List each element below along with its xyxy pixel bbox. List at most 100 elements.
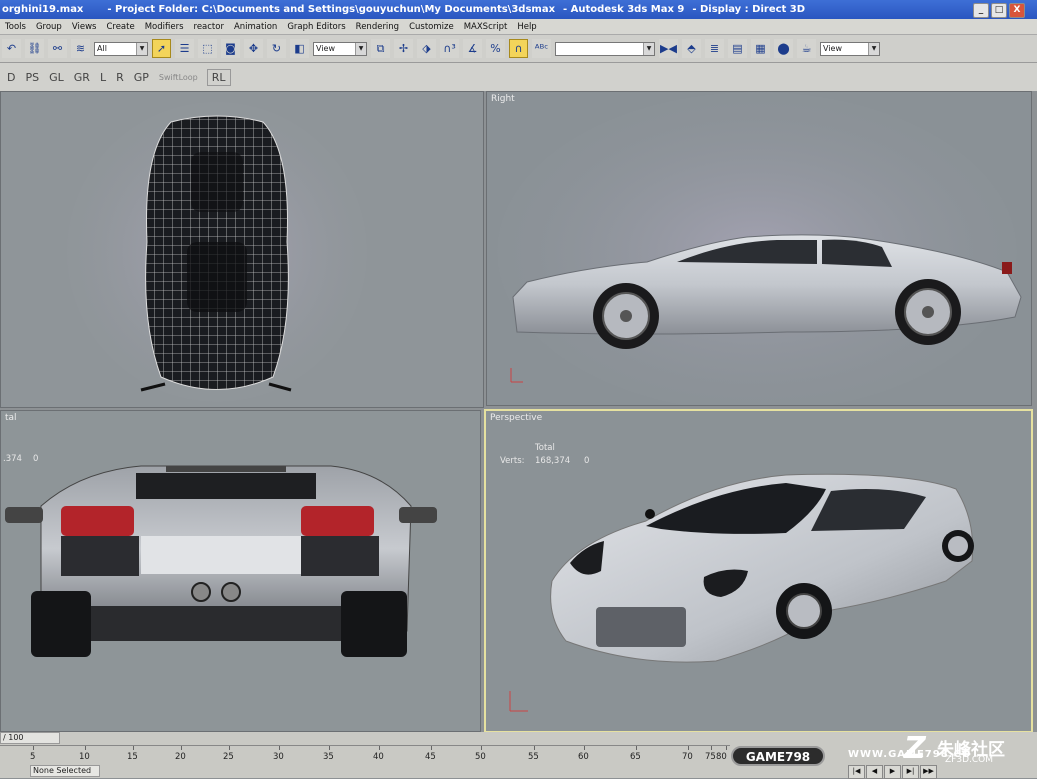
sub-tool-gl[interactable]: GL <box>44 71 69 84</box>
timeline-ruler[interactable]: 5 10 15 20 25 30 35 40 45 50 55 60 65 70… <box>0 745 730 764</box>
watermark-logo: Z <box>904 731 926 766</box>
playback-controls: |◀ ◀ ▶ ▶| ▶▶ <box>848 765 937 779</box>
next-frame-icon[interactable]: ▶| <box>902 765 919 779</box>
viewport-perspective[interactable]: Perspective Total Verts: 168,374 0 <box>484 409 1033 733</box>
axis-gizmo <box>509 691 528 712</box>
frame-counter[interactable]: / 100 <box>0 732 60 744</box>
project-folder: - Project Folder: C:\Documents and Setti… <box>107 4 556 15</box>
bind-space-warp-icon[interactable]: ≋ <box>71 39 90 58</box>
car-perspective-view <box>509 473 974 712</box>
menu-graph-editors[interactable]: Graph Editors <box>282 22 350 32</box>
rectangular-selection-icon[interactable]: ⬚ <box>198 39 217 58</box>
title-bar: orghini19.max - Project Folder: C:\Docum… <box>0 0 1037 19</box>
watermark-site: ZF3D.COM <box>945 755 993 765</box>
viewport-front[interactable]: tal .374 0 <box>0 410 481 732</box>
named-selection-dropdown[interactable]: ▼ <box>555 41 655 56</box>
menu-bar: Tools Group Views Create Modifiers react… <box>0 19 1037 35</box>
minimize-button[interactable]: _ <box>973 3 989 18</box>
schematic-view-icon[interactable]: ▦ <box>751 39 770 58</box>
timeline-tick <box>688 746 689 750</box>
manipulate-icon[interactable]: ✢ <box>394 39 413 58</box>
scale-icon[interactable]: ◧ <box>290 39 309 58</box>
menu-animation[interactable]: Animation <box>229 22 282 32</box>
move-icon[interactable]: ✥ <box>244 39 263 58</box>
snaps-toggle-icon[interactable]: ∩³ <box>440 39 459 58</box>
menu-views[interactable]: Views <box>67 22 102 32</box>
menu-tools[interactable]: Tools <box>0 22 31 32</box>
timeline-tick-label: 65 <box>630 752 641 762</box>
timeline-tick <box>33 746 34 750</box>
link-icon[interactable]: ⛓ <box>25 39 44 58</box>
menu-customize[interactable]: Customize <box>404 22 459 32</box>
timeline-tick-label: 35 <box>323 752 334 762</box>
mirror-icon[interactable]: ▶◀ <box>659 39 678 58</box>
menu-maxscript[interactable]: MAXScript <box>459 22 513 32</box>
layer-manager-icon[interactable]: ≣ <box>705 39 724 58</box>
timeline-tick <box>229 746 230 750</box>
maximize-button[interactable]: □ <box>991 3 1007 18</box>
menu-reactor[interactable]: reactor <box>189 22 229 32</box>
menu-rendering[interactable]: Rendering <box>351 22 404 32</box>
selection-filter-value: All <box>97 44 107 53</box>
render-view-dropdown[interactable]: View ▼ <box>820 41 880 56</box>
select-by-name-icon[interactable]: ☰ <box>175 39 194 58</box>
curve-editor-icon[interactable]: ▤ <box>728 39 747 58</box>
render-scene-icon[interactable]: ☕ <box>797 39 816 58</box>
sub-tool-gp[interactable]: GP <box>129 71 154 84</box>
car-top-view <box>67 102 367 402</box>
timeline-tick <box>181 746 182 750</box>
timeline-tick <box>85 746 86 750</box>
play-icon[interactable]: ▶ <box>884 765 901 779</box>
timeline-tick <box>534 746 535 750</box>
timeline-tick-label: 70 <box>682 752 693 762</box>
sub-tool-l[interactable]: L <box>95 71 111 84</box>
unlink-icon[interactable]: ⚯ <box>48 39 67 58</box>
sub-tool-gr[interactable]: GR <box>69 71 95 84</box>
car-rear-view <box>5 465 437 657</box>
sub-tool-ps[interactable]: PS <box>20 71 44 84</box>
rotate-icon[interactable]: ↻ <box>267 39 286 58</box>
selection-status: None Selected <box>30 765 100 777</box>
spinner-snap-icon[interactable]: ∩ <box>509 39 528 58</box>
named-selection-icon[interactable]: ᴬᴮᶜ <box>532 39 551 58</box>
timeline-tick <box>329 746 330 750</box>
viewport-right[interactable]: Right <box>486 91 1032 406</box>
keyboard-shortcut-icon[interactable]: ⬗ <box>417 39 436 58</box>
timeline-tick <box>379 746 380 750</box>
sub-tool-d[interactable]: D <box>2 71 20 84</box>
file-title: orghini19.max <box>2 4 84 15</box>
timeline-tick <box>431 746 432 750</box>
timeline-tick-label: 80 <box>716 752 727 762</box>
angle-snap-icon[interactable]: ∡ <box>463 39 482 58</box>
sub-tool-rl[interactable]: RL <box>206 68 231 86</box>
go-to-end-icon[interactable]: ▶▶ <box>920 765 937 779</box>
sub-tool-r[interactable]: R <box>111 71 129 84</box>
timeline-tick <box>133 746 134 750</box>
axis-gizmo <box>510 368 523 383</box>
select-object-icon[interactable]: ➚ <box>152 39 171 58</box>
sub-tool-swiftloop[interactable]: SwiftLoop <box>154 73 203 82</box>
go-to-start-icon[interactable]: |◀ <box>848 765 865 779</box>
undo-icon[interactable]: ↶ <box>2 39 21 58</box>
menu-group[interactable]: Group <box>31 22 67 32</box>
timeline-tick <box>636 746 637 750</box>
percent-snap-icon[interactable]: % <box>486 39 505 58</box>
window-crossing-icon[interactable]: ◙ <box>221 39 240 58</box>
previous-frame-icon[interactable]: ◀ <box>866 765 883 779</box>
timeline-tick-label: 30 <box>273 752 284 762</box>
menu-help[interactable]: Help <box>512 22 541 32</box>
menu-modifiers[interactable]: Modifiers <box>140 22 189 32</box>
material-editor-icon[interactable]: ⬤ <box>774 39 793 58</box>
align-icon[interactable]: ⬘ <box>682 39 701 58</box>
pivot-center-icon[interactable]: ⧉ <box>371 39 390 58</box>
viewport-top[interactable] <box>0 91 484 408</box>
main-toolbar: ↶ ⛓ ⚯ ≋ All ▼ ➚ ☰ ⬚ ◙ ✥ ↻ ◧ View ▼ ⧉ ✢ ⬗… <box>0 35 1037 63</box>
reference-coord-dropdown[interactable]: View ▼ <box>313 41 367 56</box>
menu-create[interactable]: Create <box>101 22 139 32</box>
selection-filter-dropdown[interactable]: All ▼ <box>94 41 148 56</box>
timeline-tick-label: 40 <box>373 752 384 762</box>
close-button[interactable]: X <box>1009 3 1025 18</box>
car-side-view <box>497 92 1022 405</box>
timeline-tick-label: 45 <box>425 752 436 762</box>
timeline-tick-label: 20 <box>175 752 186 762</box>
